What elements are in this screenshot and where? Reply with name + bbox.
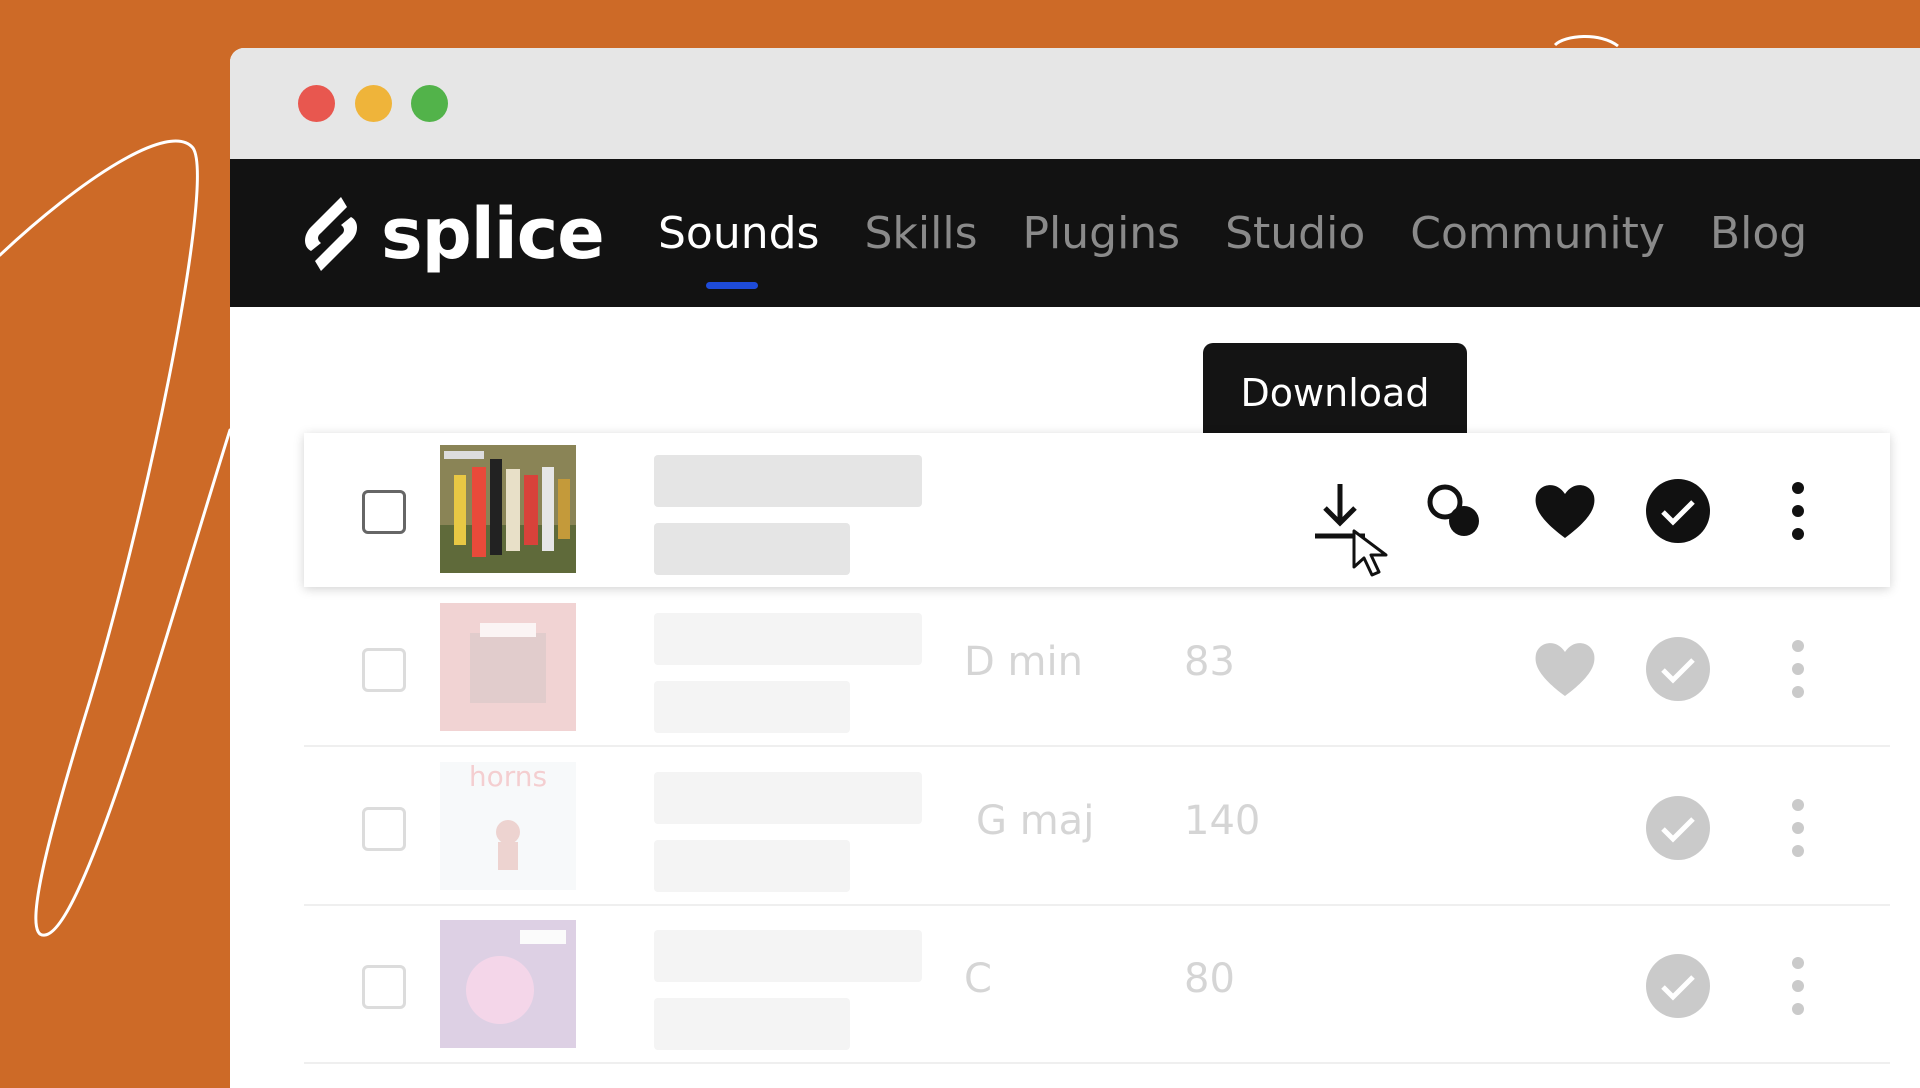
vertical-dots-icon (1792, 957, 1804, 1015)
window-titlebar (230, 48, 1920, 159)
album-art-text: horns (469, 762, 547, 793)
vertical-dots-icon (1792, 482, 1804, 540)
nav-community[interactable]: Community (1410, 208, 1665, 259)
check-circle-icon (1646, 954, 1710, 1018)
browser-window: splice Sounds Skills Plugins Studio Comm… (230, 48, 1920, 1088)
close-window-button[interactable] (298, 85, 335, 122)
added-button[interactable] (1645, 636, 1711, 702)
download-tooltip: Download (1203, 343, 1467, 457)
splice-logo[interactable]: splice (295, 189, 605, 279)
similar-sounds-icon (1427, 484, 1479, 536)
more-options-button[interactable] (1778, 795, 1818, 861)
nav-skills[interactable]: Skills (864, 208, 977, 259)
heart-icon (1535, 643, 1595, 696)
sample-row[interactable]: D min 83 (304, 591, 1890, 747)
key-label: D min (964, 639, 1083, 685)
check-circle-icon (1646, 479, 1710, 543)
row-checkbox[interactable] (362, 648, 406, 692)
vertical-dots-icon (1792, 799, 1804, 857)
subtitle-placeholder (654, 681, 850, 733)
maximize-window-button[interactable] (411, 85, 448, 122)
minimize-window-button[interactable] (355, 85, 392, 122)
row-checkbox[interactable] (362, 490, 406, 534)
splice-logo-icon (305, 197, 357, 271)
vertical-dots-icon (1792, 640, 1804, 698)
brand-name: splice (381, 193, 605, 275)
more-options-button[interactable] (1778, 478, 1818, 544)
sample-row[interactable]: C 80 (304, 908, 1890, 1064)
album-art[interactable]: horns (440, 762, 576, 890)
added-button[interactable] (1645, 478, 1711, 544)
subtitle-placeholder (654, 998, 850, 1050)
album-art[interactable] (440, 445, 576, 573)
nav-studio[interactable]: Studio (1225, 208, 1365, 259)
album-art[interactable] (440, 603, 576, 731)
key-label: G maj (976, 798, 1095, 844)
key-label: C (964, 956, 992, 1002)
more-options-button[interactable] (1778, 636, 1818, 702)
sample-row[interactable] (304, 433, 1890, 587)
mouse-cursor-icon (1352, 529, 1388, 577)
bpm-label: 140 (1184, 798, 1261, 844)
check-circle-icon (1646, 796, 1710, 860)
added-button[interactable] (1645, 795, 1711, 861)
similar-sounds-button[interactable] (1420, 478, 1486, 544)
title-placeholder (654, 930, 922, 982)
bpm-label: 83 (1184, 639, 1235, 685)
nav-sounds[interactable]: Sounds (658, 208, 819, 289)
more-options-button[interactable] (1778, 953, 1818, 1019)
row-checkbox[interactable] (362, 965, 406, 1009)
bpm-label: 80 (1184, 956, 1235, 1002)
top-navbar: splice Sounds Skills Plugins Studio Comm… (230, 159, 1920, 307)
title-placeholder (654, 455, 922, 507)
like-button[interactable] (1532, 478, 1598, 544)
sample-row[interactable]: horns G maj 140 (304, 750, 1890, 906)
added-button[interactable] (1645, 953, 1711, 1019)
subtitle-placeholder (654, 840, 850, 892)
main-nav: Sounds Skills Plugins Studio Community B… (658, 159, 1852, 307)
heart-icon (1535, 485, 1595, 538)
nav-plugins[interactable]: Plugins (1023, 208, 1181, 259)
like-button[interactable] (1532, 636, 1598, 702)
subtitle-placeholder (654, 523, 850, 575)
title-placeholder (654, 613, 922, 665)
nav-blog[interactable]: Blog (1710, 208, 1807, 259)
album-art[interactable] (440, 920, 576, 1048)
row-checkbox[interactable] (362, 807, 406, 851)
check-circle-icon (1646, 637, 1710, 701)
title-placeholder (654, 772, 922, 824)
